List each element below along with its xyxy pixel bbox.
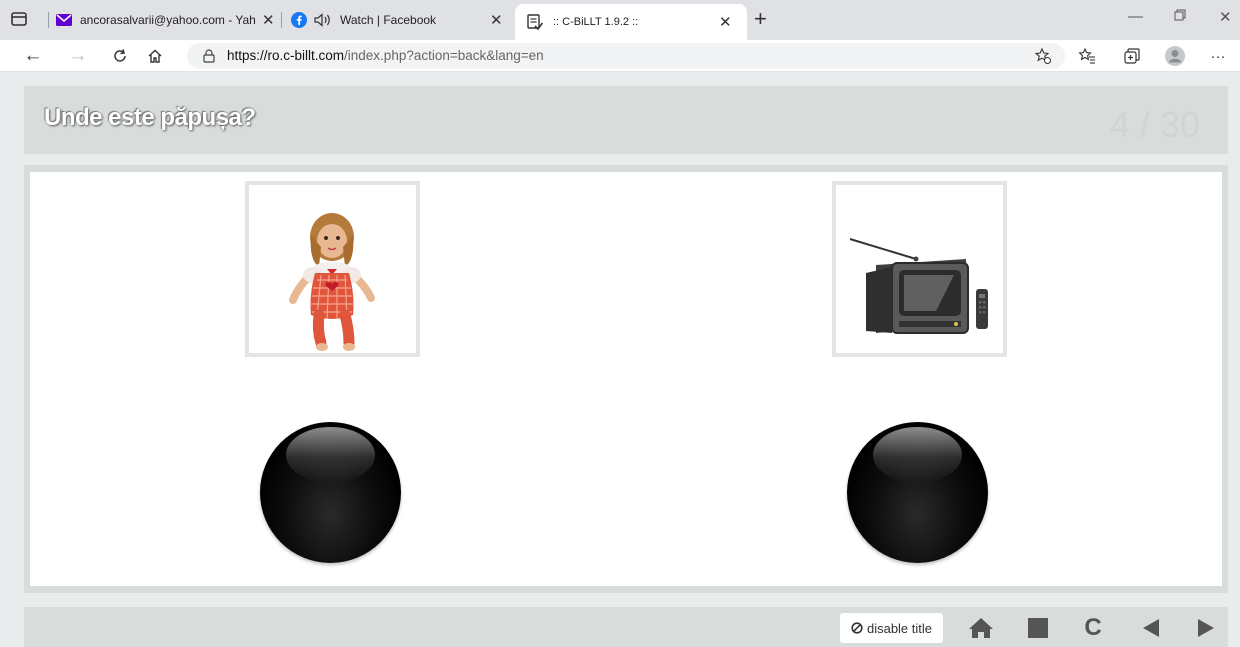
next-button[interactable] <box>1189 613 1223 643</box>
disable-title-label: disable title <box>866 620 933 636</box>
forward-icon[interactable]: → <box>67 45 89 67</box>
stop-icon <box>1028 618 1048 638</box>
question-counter: 4 / 30 <box>1109 104 1200 145</box>
previous-button[interactable] <box>1134 613 1168 643</box>
new-tab-icon[interactable]: + <box>754 6 767 32</box>
restore-icon[interactable] <box>1174 8 1186 25</box>
more-options-icon[interactable]: ··· <box>1207 45 1229 67</box>
mail-icon <box>56 14 72 26</box>
stop-button[interactable] <box>1021 613 1055 643</box>
tab-label: Watch | Facebook <box>340 13 437 27</box>
close-window-icon[interactable]: ✕ <box>1219 8 1232 26</box>
television-answer-button[interactable] <box>847 422 988 563</box>
tab-separator <box>48 12 49 28</box>
button-highlight <box>873 427 962 483</box>
answer-board <box>30 172 1222 586</box>
back-icon[interactable]: ← <box>22 45 44 67</box>
close-tab-icon[interactable]: ✕ <box>490 11 503 29</box>
question-header: Unde este păpușa? 4 / 30 <box>24 86 1228 154</box>
profile-avatar-icon[interactable] <box>1164 45 1186 67</box>
tab-facebook[interactable]: Watch | Facebook ✕ <box>291 4 509 36</box>
c-label: C <box>1084 614 1102 641</box>
button-highlight <box>286 427 375 483</box>
television-card[interactable] <box>832 181 1007 357</box>
doll-card[interactable] <box>245 181 420 357</box>
tab-label: ancorasalvarii@yahoo.com - Yah <box>80 13 256 27</box>
tab-yahoo-mail[interactable]: ancorasalvarii@yahoo.com - Yah ✕ <box>56 4 288 36</box>
home-button[interactable] <box>964 613 998 643</box>
home-icon <box>969 618 993 638</box>
question-title: Unde este păpușa? <box>44 104 256 131</box>
answer-board-frame <box>24 165 1228 593</box>
tab-strip: ancorasalvarii@yahoo.com - Yah ✕ Watch |… <box>0 0 1240 40</box>
close-tab-icon[interactable]: ✕ <box>719 13 732 31</box>
c-button[interactable]: C <box>1076 613 1110 643</box>
favorites-icon[interactable] <box>1076 45 1098 67</box>
reader-icon <box>527 14 543 30</box>
page-content: Unde este păpușa? 4 / 30 disable title C <box>0 72 1240 647</box>
refresh-icon[interactable] <box>109 45 131 67</box>
tab-separator <box>281 12 282 28</box>
tab-actions-icon[interactable] <box>10 10 28 28</box>
doll-answer-button[interactable] <box>260 422 401 563</box>
lock-icon[interactable] <box>203 49 215 63</box>
address-toolbar: ← → https://ro.c-billt.com/index.php?act… <box>0 40 1240 72</box>
close-tab-icon[interactable]: ✕ <box>262 11 275 29</box>
arrow-right-icon <box>1198 619 1214 637</box>
ban-icon <box>851 622 863 634</box>
footer-toolbar: disable title C <box>24 607 1228 647</box>
disable-title-button[interactable]: disable title <box>840 613 943 643</box>
television-image <box>849 238 988 334</box>
minimize-icon[interactable]: — <box>1128 8 1143 25</box>
facebook-icon <box>291 12 307 28</box>
collections-icon[interactable] <box>1121 45 1143 67</box>
arrow-left-icon <box>1143 619 1159 637</box>
url-bar[interactable]: https://ro.c-billt.com/index.php?action=… <box>187 43 1065 69</box>
tab-cbillt[interactable]: :: C-BiLLT 1.9.2 :: ✕ <box>515 4 747 40</box>
add-favorite-icon[interactable] <box>1032 45 1054 67</box>
url-host: https://ro.c-billt.com <box>227 48 345 63</box>
url-path: /index.php?action=back&lang=en <box>344 48 544 63</box>
speaker-icon[interactable] <box>314 13 332 27</box>
doll-image <box>289 213 375 351</box>
home-icon[interactable] <box>144 45 166 67</box>
tab-label: :: C-BiLLT 1.9.2 :: <box>553 16 639 28</box>
